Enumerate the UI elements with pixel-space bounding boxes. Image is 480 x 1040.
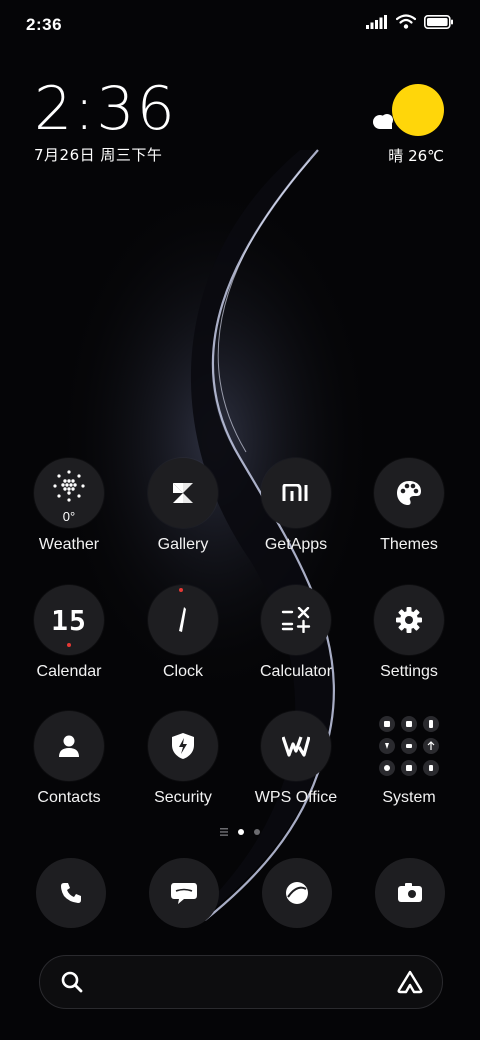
search-icon (61, 971, 83, 993)
weather-widget[interactable]: 晴 26℃ (364, 84, 444, 174)
page-dot-active (238, 829, 244, 835)
list-view-icon (220, 828, 228, 836)
getapps-icon (261, 458, 331, 528)
contacts-icon (34, 711, 104, 781)
messages-icon (171, 883, 197, 904)
page-dot (254, 829, 260, 835)
wps-office-icon (261, 711, 331, 781)
phone-icon (61, 883, 81, 903)
sun-icon (392, 84, 444, 136)
app-themes[interactable]: Themes (353, 458, 465, 554)
app-label: GetApps (264, 536, 328, 553)
security-icon (148, 711, 218, 781)
app-label: Calculator (259, 663, 333, 680)
weather-icon: 0° (34, 458, 104, 528)
dock-browser[interactable] (262, 858, 332, 928)
app-label: Weather (38, 536, 100, 553)
status-bar: 2:36 (0, 0, 480, 50)
widget-date: 7月26日 周三下午 (34, 146, 163, 164)
app-system-folder[interactable]: System (353, 711, 465, 807)
app-label: Settings (380, 663, 438, 680)
app-clock[interactable]: Clock (127, 585, 239, 681)
clock-red-dot (179, 588, 183, 592)
clock-widget[interactable]: 2:36 7月26日 周三下午 (34, 78, 177, 165)
app-label: Themes (380, 536, 438, 553)
app-label: Clock (162, 663, 203, 680)
app-wps-office[interactable]: WPS Office (240, 711, 352, 807)
weather-temp-badge: 0° (62, 509, 76, 524)
app-settings[interactable]: Settings (353, 585, 465, 681)
app-calendar[interactable]: 15 Calendar (13, 585, 125, 681)
status-icons (366, 14, 454, 29)
app-label: Contacts (37, 789, 101, 806)
app-calculator[interactable]: Calculator (240, 585, 352, 681)
dock-camera[interactable] (375, 858, 445, 928)
app-security[interactable]: Security (127, 711, 239, 807)
page-indicator[interactable] (0, 828, 480, 836)
app-contacts[interactable]: Contacts (13, 711, 125, 807)
app-getapps[interactable]: GetApps (240, 458, 352, 554)
search-bar[interactable] (39, 955, 443, 1009)
clock-icon (148, 585, 218, 655)
app-label: Calendar (36, 663, 102, 680)
calculator-icon (261, 585, 331, 655)
settings-icon (374, 585, 444, 655)
app-label: Security (154, 789, 212, 806)
dock-phone[interactable] (36, 858, 106, 928)
camera-icon (398, 883, 422, 902)
gallery-icon (148, 458, 218, 528)
calendar-icon: 15 (34, 585, 104, 655)
wifi-icon (396, 14, 416, 29)
status-time: 2:36 (26, 15, 63, 34)
calendar-red-dot (67, 643, 71, 647)
signal-icon (366, 14, 387, 29)
assistant-icon[interactable] (396, 969, 424, 995)
system-folder-icon (374, 711, 444, 781)
app-label: System (382, 789, 436, 806)
battery-icon (424, 14, 453, 29)
browser-icon (286, 882, 308, 904)
cloud-icon (373, 114, 393, 129)
calendar-date-number: 15 (51, 603, 87, 637)
app-weather[interactable]: 0° Weather (13, 458, 125, 554)
widget-time: 2:36 (34, 74, 177, 144)
weather-text: 晴 26℃ (388, 147, 444, 165)
app-label: Gallery (157, 536, 209, 553)
dock-messages[interactable] (149, 858, 219, 928)
app-label: WPS Office (254, 789, 338, 806)
themes-icon (374, 458, 444, 528)
app-gallery[interactable]: Gallery (127, 458, 239, 554)
